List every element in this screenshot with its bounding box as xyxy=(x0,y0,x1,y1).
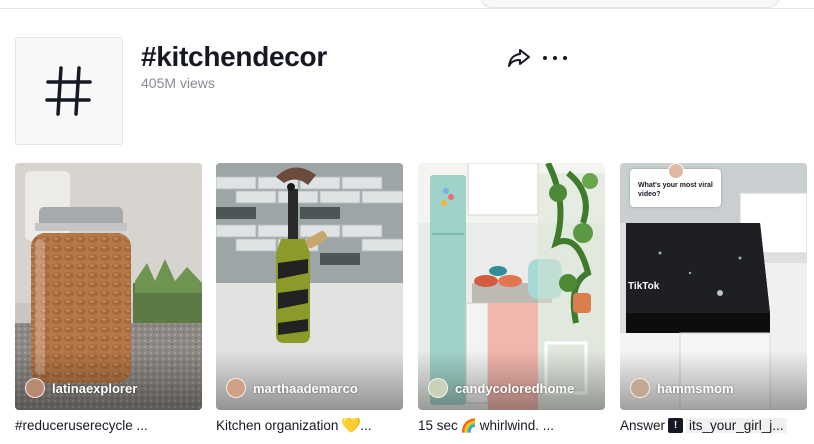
caption-text[interactable]: #reduceruserecycle ... xyxy=(15,418,148,433)
sticker-question: What's your most viral video? xyxy=(638,182,713,198)
top-divider xyxy=(0,8,814,9)
hashtag-avatar xyxy=(15,37,123,145)
video-caption[interactable]: 15 sec 🌈 whirlwind. ... xyxy=(418,418,605,433)
video-card[interactable]: marthaademarco Kitchen organization 💛 ..… xyxy=(216,163,403,433)
question-sticker: What's your most viral video? xyxy=(630,163,721,207)
video-caption[interactable]: Kitchen organization 💛 ... xyxy=(216,418,403,433)
avatar[interactable] xyxy=(25,378,45,398)
tiktok-logo: TikTok xyxy=(628,281,660,292)
caption-text[interactable]: 15 sec xyxy=(418,418,458,433)
yellow-heart-icon: 💛 xyxy=(341,418,362,433)
video-caption[interactable]: #reduceruserecycle ... xyxy=(15,418,202,433)
page-title: #kitchendecor xyxy=(141,41,327,72)
more-dots-icon xyxy=(553,56,557,60)
reply-flag-icon: ! xyxy=(668,418,684,433)
video-grid: latinaexplorer #reduceruserecycle ... ma… xyxy=(15,163,814,444)
reply-username[interactable]: its_your_girl_j... xyxy=(686,418,787,433)
more-options-button[interactable] xyxy=(543,48,567,68)
video-thumbnail[interactable]: What's your most viral video? TikTok ham… xyxy=(620,163,807,410)
author-name[interactable]: hammsmom xyxy=(657,381,734,396)
video-card[interactable]: What's your most viral video? TikTok ham… xyxy=(620,163,807,433)
caption-text[interactable]: Kitchen organization xyxy=(216,418,338,433)
avatar[interactable] xyxy=(630,378,650,398)
share-arrow-icon xyxy=(508,49,530,67)
more-dots-icon xyxy=(563,56,567,60)
author-tag[interactable]: candycoloredhome xyxy=(428,378,574,398)
video-thumbnail[interactable]: latinaexplorer xyxy=(15,163,202,410)
more-dots-icon xyxy=(543,56,547,60)
video-card[interactable]: latinaexplorer #reduceruserecycle ... xyxy=(15,163,202,433)
avatar xyxy=(668,163,684,179)
author-name[interactable]: candycoloredhome xyxy=(455,381,574,396)
caption-continued[interactable]: whirlwind. ... xyxy=(480,418,554,433)
avatar[interactable] xyxy=(428,378,448,398)
caption-text[interactable]: Answer xyxy=(620,418,665,433)
avatar[interactable] xyxy=(226,378,246,398)
author-name[interactable]: marthaademarco xyxy=(253,381,358,396)
caption-ellipsis[interactable]: ... xyxy=(360,418,371,433)
video-caption[interactable]: Answer ! its_your_girl_j... xyxy=(620,418,807,433)
video-card[interactable]: candycoloredhome 15 sec 🌈 whirlwind. ... xyxy=(418,163,605,433)
hashtag-icon xyxy=(45,66,92,116)
view-count: 405M views xyxy=(141,75,215,91)
search-bar-edge[interactable] xyxy=(480,0,780,8)
author-tag[interactable]: marthaademarco xyxy=(226,378,358,398)
video-thumbnail[interactable]: candycoloredhome xyxy=(418,163,605,410)
share-button[interactable] xyxy=(507,47,531,69)
video-thumbnail[interactable]: marthaademarco xyxy=(216,163,403,410)
author-tag[interactable]: hammsmom xyxy=(630,378,734,398)
author-tag[interactable]: latinaexplorer xyxy=(25,378,137,398)
rainbow-icon: 🌈 xyxy=(460,418,477,433)
author-name[interactable]: latinaexplorer xyxy=(52,381,137,396)
